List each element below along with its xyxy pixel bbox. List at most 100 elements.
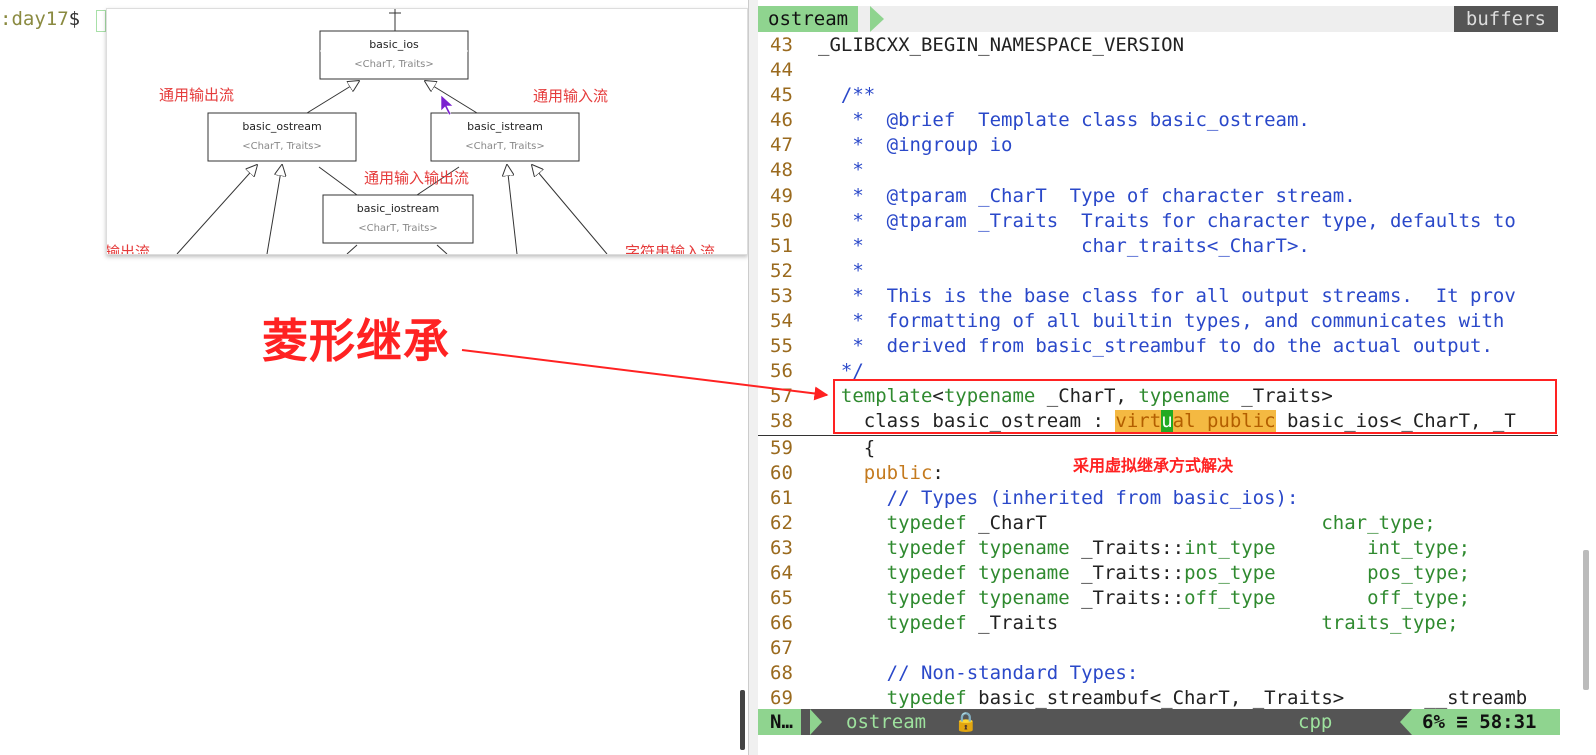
edge-iostream-ostream xyxy=(318,166,358,196)
code-line[interactable]: 69 typedef basic_streambuf<_CharT, _Trai… xyxy=(758,686,1558,711)
code-line[interactable]: 46 * @brief Template class basic_ostream… xyxy=(758,108,1558,133)
code-line[interactable]: 52 * xyxy=(758,259,1558,284)
tab-separator-arrow xyxy=(870,6,884,32)
box-basic-istream-title: basic_istream xyxy=(467,120,543,133)
code-line[interactable]: 66 typedef _Traits traits_type; xyxy=(758,611,1558,636)
code-token: * @ingroup io xyxy=(818,134,1013,157)
code-token: typedef xyxy=(886,511,967,534)
code-token: int_type xyxy=(1184,536,1276,559)
code-token: /** xyxy=(818,84,876,107)
code-token: { xyxy=(818,436,876,459)
code-line[interactable]: 43 _GLIBCXX_BEGIN_NAMESPACE_VERSION xyxy=(758,33,1558,58)
line-column: 58:31 xyxy=(1479,711,1537,733)
box-basic-iostream-title: basic_iostream xyxy=(357,202,439,215)
vim-statusline: N… ostream 🔒 cpp 6% ≡ 58:31 xyxy=(758,709,1560,735)
code-line[interactable]: 51 * char_traits<_CharT>. xyxy=(758,234,1558,259)
box-basic-ios: basic_ios <CharT, Traits> xyxy=(319,30,469,80)
code-view[interactable]: 43 _GLIBCXX_BEGIN_NAMESPACE_VERSION 44 45 /… xyxy=(758,33,1558,712)
status-filename: ostream xyxy=(846,711,927,733)
code-line[interactable]: 45 /** xyxy=(758,83,1558,108)
line-number: 52 xyxy=(770,259,793,282)
code-token: _Traits xyxy=(966,612,1322,635)
line-number: 56 xyxy=(770,360,793,383)
code-token: * @tparam _CharT Type of character strea… xyxy=(818,184,1356,207)
line-number: 43 xyxy=(770,34,793,56)
prompt-symbol: $ xyxy=(68,8,81,30)
code-token: // Non-standard Types: xyxy=(818,662,1139,685)
code-token: off_type xyxy=(1184,587,1276,610)
box-basic-ostream-title: basic_ostream xyxy=(242,120,321,133)
prompt-host: :day17 xyxy=(0,8,69,30)
terminal-cursor xyxy=(96,10,106,32)
box-basic-ostream-param: <CharT, Traits> xyxy=(242,141,322,152)
code-line[interactable]: 67 xyxy=(758,636,1558,661)
line-number: 44 xyxy=(770,59,793,82)
label-general-input: 通用输入流 xyxy=(533,87,608,105)
code-token: _CharT xyxy=(966,511,1322,534)
code-line[interactable]: 44 xyxy=(758,58,1558,83)
box-basic-iostream: basic_iostream <CharT, Traits> xyxy=(322,194,474,244)
code-line[interactable]: 62 typedef _CharT char_type; xyxy=(758,511,1558,536)
box-basic-istream-param: <CharT, Traits> xyxy=(465,141,545,152)
code-line[interactable]: 53 * This is the base class for all outp… xyxy=(758,284,1558,309)
shell-prompt: :day17$ xyxy=(0,8,80,30)
code-token: * @brief Template class basic_ostream. xyxy=(818,109,1310,132)
edge-istream-ios xyxy=(425,81,478,114)
tab-ostream[interactable]: ostream xyxy=(758,6,859,32)
line-number: 47 xyxy=(770,134,793,157)
line-number: 55 xyxy=(770,335,793,358)
edge-ostream-ios xyxy=(306,81,359,114)
mode-indicator: N… xyxy=(758,709,801,735)
editor-scrollbar[interactable] xyxy=(1583,550,1589,690)
terminal-scrollbar[interactable] xyxy=(740,690,745,750)
code-token: : xyxy=(932,461,944,484)
line-number: 53 xyxy=(770,284,793,307)
line-number: 48 xyxy=(770,159,793,182)
code-token: traits_type; xyxy=(1321,612,1459,635)
code-line[interactable]: 64 typedef typename _Traits::pos_type po… xyxy=(758,561,1558,586)
line-number: 68 xyxy=(770,662,793,685)
code-line[interactable]: 49 * @tparam _CharT Type of character st… xyxy=(758,184,1558,209)
code-token: _GLIBCXX_BEGIN_NAMESPACE_VERSION xyxy=(818,34,1185,56)
code-token: * char_traits<_CharT>. xyxy=(818,234,1310,257)
code-token: _Traits:: xyxy=(1069,536,1185,559)
code-token: typedef typename xyxy=(886,587,1070,610)
label-general-io: 通用输入输出流 xyxy=(364,169,469,187)
line-number: 66 xyxy=(770,612,793,635)
box-basic-istream: basic_istream <CharT, Traits> xyxy=(430,112,580,162)
inheritance-diagram: basic_ios <CharT, Traits> basic_ostream … xyxy=(107,9,715,254)
class-diagram-image: basic_ios <CharT, Traits> basic_ostream … xyxy=(106,8,748,255)
line-number: 58 xyxy=(770,410,793,433)
code-token: public xyxy=(863,461,933,484)
code-line[interactable]: 61 // Types (inherited from basic_ios): xyxy=(758,486,1558,511)
line-number: 61 xyxy=(770,486,793,509)
code-line[interactable]: 68 // Non-standard Types: xyxy=(758,661,1558,686)
position-separator-arrow xyxy=(1400,709,1412,735)
virtual-inheritance-note: 采用虚拟继承方式解决 xyxy=(1073,456,1234,475)
mode-separator-arrow xyxy=(810,709,822,735)
code-token: pos_type xyxy=(1184,561,1276,584)
code-token: typedef typename xyxy=(886,536,1070,559)
terminal-pane[interactable]: :day17$ basic_ios <CharT, Traits> basic_… xyxy=(0,0,748,755)
code-line[interactable]: 48 * xyxy=(758,158,1558,183)
code-token: * derived from basic_streambuf to do the… xyxy=(818,335,1493,358)
box-basic-ostream: basic_ostream <CharT, Traits> xyxy=(207,112,357,162)
diamond-inheritance-annotation: 菱形继承 xyxy=(262,314,450,368)
code-line[interactable]: 47 * @ingroup io xyxy=(758,133,1558,158)
code-line[interactable]: 54 * formatting of all builtin types, an… xyxy=(758,309,1558,334)
code-line[interactable]: 50 * @tparam _Traits Traits for characte… xyxy=(758,209,1558,234)
line-number: 54 xyxy=(770,310,793,333)
code-line[interactable]: 63 typedef typename _Traits::int_type in… xyxy=(758,536,1558,561)
line-number: 63 xyxy=(770,536,793,559)
label-cut-right: 字符串输入流 xyxy=(625,243,715,254)
code-line[interactable]: 65 typedef typename _Traits::off_type of… xyxy=(758,586,1558,611)
line-number: 45 xyxy=(770,84,793,107)
vim-tabline: ostream buffers xyxy=(758,6,1558,32)
code-line[interactable]: 55 * derived from basic_streambuf to do … xyxy=(758,334,1558,359)
vim-editor-pane[interactable]: ostream buffers 43 _GLIBCXX_BEGIN_NAMESPA… xyxy=(758,0,1596,755)
